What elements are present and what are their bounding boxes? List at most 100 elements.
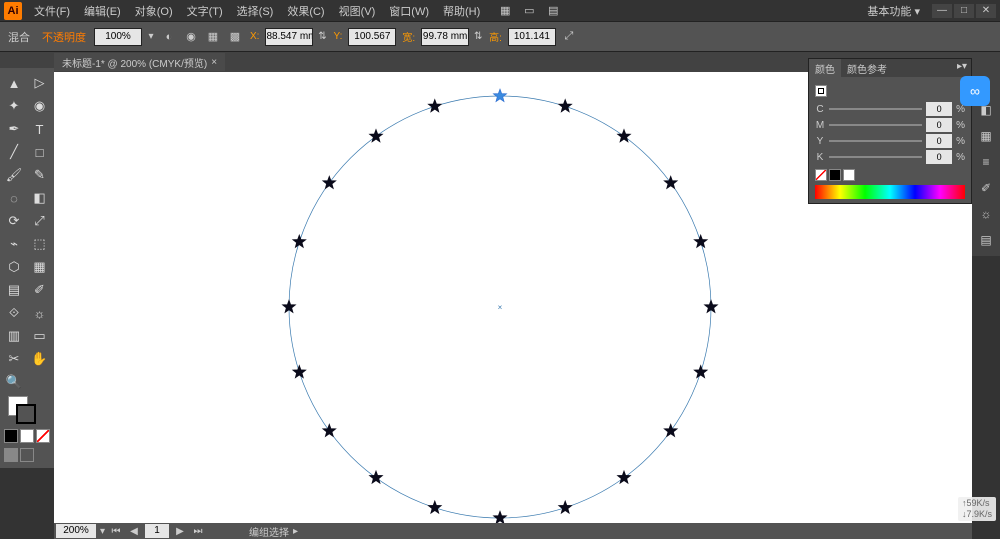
menu-select[interactable]: 选择(S): [231, 1, 280, 21]
maximize-button[interactable]: □: [954, 4, 974, 18]
artboard-nav-input[interactable]: 1: [145, 524, 169, 538]
minimize-button[interactable]: —: [932, 4, 952, 18]
symbol-tool[interactable]: ☼: [28, 302, 52, 324]
brush-tool[interactable]: 🖌: [2, 164, 26, 186]
symbols-panel-icon[interactable]: ☼: [976, 204, 996, 224]
blend-tool[interactable]: ⟐: [2, 302, 26, 324]
next-artboard-icon[interactable]: ▶: [173, 524, 187, 538]
k-label: K: [815, 152, 825, 163]
lasso-tool[interactable]: ◉: [28, 95, 52, 117]
xy-link-icon[interactable]: ⇅: [317, 28, 327, 46]
first-artboard-icon[interactable]: ⏮: [109, 524, 123, 538]
black-swatch[interactable]: [829, 169, 841, 181]
prev-artboard-icon[interactable]: ◀: [127, 524, 141, 538]
menu-edit[interactable]: 编辑(E): [78, 1, 127, 21]
zoom-tool[interactable]: 🔍: [2, 371, 26, 393]
rotate-tool[interactable]: ⟳: [2, 210, 26, 232]
panel-menu-icon[interactable]: ▸▾: [953, 59, 971, 77]
zoom-chevron-icon[interactable]: ▾: [100, 526, 105, 537]
k-value[interactable]: 0: [926, 150, 952, 164]
artboard-tool[interactable]: ▭: [28, 325, 52, 347]
y-slider[interactable]: [829, 140, 922, 142]
options-bar: 混合 不透明度 ▾ ◐ ◉ ▦ ▩ X: ⇅ Y: 宽: ⇅ 高: ⤢: [0, 22, 1000, 52]
stroke-panel-icon[interactable]: ≡: [976, 152, 996, 172]
m-slider[interactable]: [829, 124, 922, 126]
h-input[interactable]: [508, 28, 556, 46]
spectrum-bar[interactable]: [815, 185, 965, 199]
c-slider[interactable]: [829, 108, 922, 110]
stroke-swatch[interactable]: [16, 404, 36, 424]
transform-icon[interactable]: ▩: [226, 28, 244, 46]
mesh-tool[interactable]: ▦: [28, 256, 52, 278]
status-hint: 编组选择: [249, 524, 289, 539]
h-label: 高:: [487, 29, 504, 44]
c-value[interactable]: 0: [926, 102, 952, 116]
direct-selection-tool[interactable]: ▷: [28, 72, 52, 94]
brushes-panel-icon[interactable]: ✐: [976, 178, 996, 198]
swatch-black[interactable]: [4, 429, 18, 443]
close-tab-icon[interactable]: ×: [211, 57, 217, 68]
workspace-switcher[interactable]: 基本功能 ▾: [861, 1, 926, 21]
gradient-tool[interactable]: ▤: [2, 279, 26, 301]
status-hint-chevron-icon[interactable]: ▸: [293, 526, 298, 537]
y-value[interactable]: 0: [926, 134, 952, 148]
cloud-share-button[interactable]: ∞: [960, 76, 990, 106]
swatches-panel-icon[interactable]: ▦: [976, 126, 996, 146]
rectangle-tool[interactable]: □: [28, 141, 52, 163]
hand-tool[interactable]: ✋: [28, 348, 52, 370]
magic-wand-tool[interactable]: ✦: [2, 95, 26, 117]
screenmode-normal[interactable]: [4, 448, 18, 462]
layers-panel-icon[interactable]: ▤: [976, 230, 996, 250]
opacity-chevron-icon[interactable]: ▾: [146, 28, 156, 46]
bridge-icon[interactable]: ▦: [496, 2, 514, 20]
status-bar: 200% ▾ ⏮ ◀ 1 ▶ ⏭ 编组选择 ▸: [54, 523, 972, 539]
menu-effect[interactable]: 效果(C): [281, 1, 330, 21]
none-swatch[interactable]: [815, 169, 827, 181]
scale-tool[interactable]: ⤢: [28, 210, 52, 232]
layout-icon[interactable]: ▤: [544, 2, 562, 20]
style-icon[interactable]: ◐: [160, 28, 178, 46]
swatch-none[interactable]: [36, 429, 50, 443]
x-input[interactable]: [265, 28, 313, 46]
type-tool[interactable]: T: [28, 118, 52, 140]
wh-link-icon[interactable]: ⇅: [473, 28, 483, 46]
fill-stroke-control[interactable]: [2, 394, 52, 426]
blob-brush-tool[interactable]: ◌: [2, 187, 26, 209]
w-input[interactable]: [421, 28, 469, 46]
constrain-icon[interactable]: ⤢: [560, 28, 578, 46]
line-tool[interactable]: ╱: [2, 141, 26, 163]
tool-name: 混合: [4, 29, 34, 45]
close-button[interactable]: ✕: [976, 4, 996, 18]
warp-tool[interactable]: ⬚: [28, 233, 52, 255]
tab-color-guide[interactable]: 颜色参考: [841, 59, 893, 77]
m-value[interactable]: 0: [926, 118, 952, 132]
pencil-tool[interactable]: ✎: [28, 164, 52, 186]
swatch-white[interactable]: [20, 429, 34, 443]
y-input[interactable]: [348, 28, 396, 46]
menu-type[interactable]: 文字(T): [181, 1, 229, 21]
opacity-input[interactable]: [94, 28, 142, 46]
menu-view[interactable]: 视图(V): [333, 1, 382, 21]
last-artboard-icon[interactable]: ⏭: [191, 524, 205, 538]
zoom-input[interactable]: 200%: [56, 524, 96, 538]
recolor-icon[interactable]: ◉: [182, 28, 200, 46]
slice-tool[interactable]: ✂: [2, 348, 26, 370]
menu-file[interactable]: 文件(F): [28, 1, 76, 21]
pen-tool[interactable]: ✒: [2, 118, 26, 140]
align-icon[interactable]: ▦: [204, 28, 222, 46]
width-tool[interactable]: ⌁: [2, 233, 26, 255]
eyedropper-tool[interactable]: ✐: [28, 279, 52, 301]
document-tab[interactable]: 未标题-1* @ 200% (CMYK/预览) ×: [54, 53, 225, 71]
white-swatch[interactable]: [843, 169, 855, 181]
eraser-tool[interactable]: ◧: [28, 187, 52, 209]
menu-window[interactable]: 窗口(W): [383, 1, 435, 21]
graph-tool[interactable]: ▥: [2, 325, 26, 347]
selection-tool[interactable]: ▲: [2, 72, 26, 94]
screenmode-full[interactable]: [20, 448, 34, 462]
arrange-icon[interactable]: ▭: [520, 2, 538, 20]
menu-help[interactable]: 帮助(H): [437, 1, 486, 21]
menu-object[interactable]: 对象(O): [129, 1, 179, 21]
tab-color[interactable]: 颜色: [809, 59, 841, 77]
k-slider[interactable]: [829, 156, 922, 158]
shape-builder-tool[interactable]: ⬡: [2, 256, 26, 278]
